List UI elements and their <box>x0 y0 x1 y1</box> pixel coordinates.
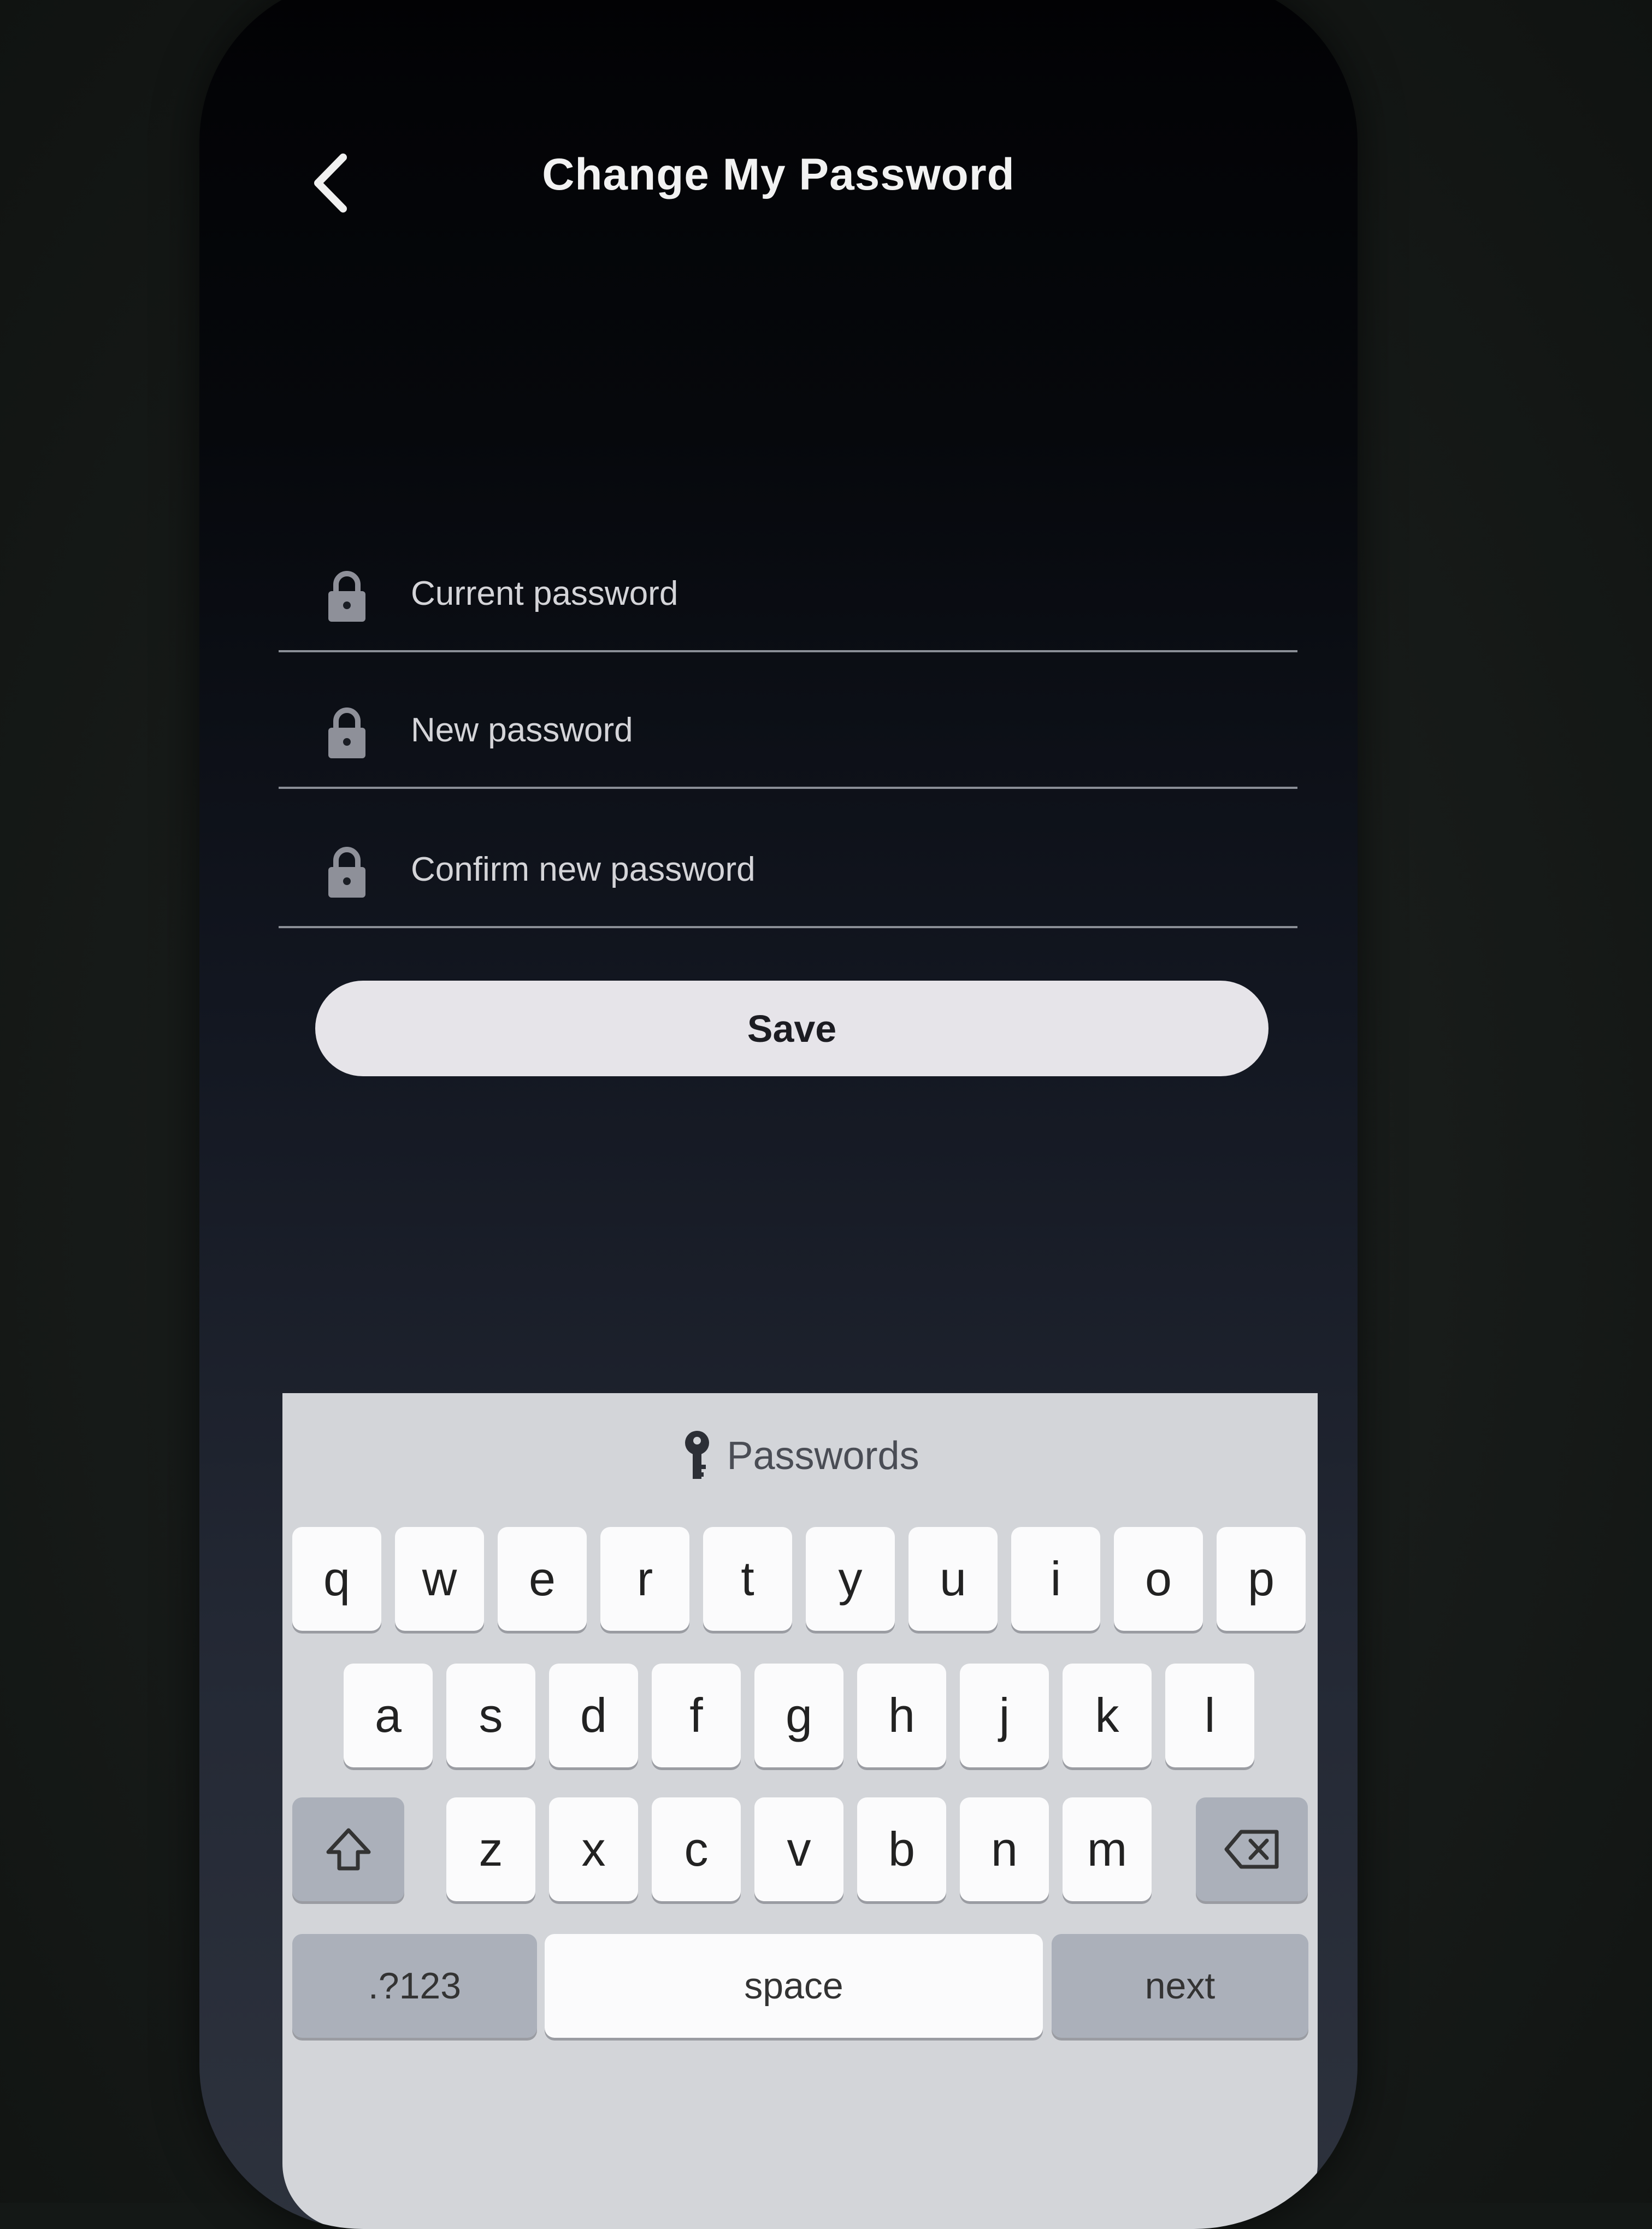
next-key[interactable]: next <box>1052 1934 1308 2038</box>
space-key[interactable]: space <box>545 1934 1043 2038</box>
confirm-password-field[interactable] <box>279 800 1297 928</box>
new-password-field[interactable] <box>279 661 1297 789</box>
keyboard: Passwords q w e r t y u i o p a s d f g … <box>282 1393 1318 2229</box>
phone-screen: Change My Password Save Passwords q w e … <box>199 0 1358 2229</box>
key-y[interactable]: y <box>806 1527 895 1631</box>
key-w[interactable]: w <box>395 1527 484 1631</box>
shift-icon <box>326 1828 370 1871</box>
save-button[interactable]: Save <box>315 981 1268 1076</box>
key-m[interactable]: m <box>1063 1797 1152 1901</box>
numbers-key[interactable]: .?123 <box>292 1934 537 2038</box>
page-title: Change My Password <box>542 150 1015 199</box>
key-v[interactable]: v <box>754 1797 843 1901</box>
passwords-label: Passwords <box>727 1434 919 1478</box>
key-icon <box>685 1431 710 1479</box>
current-password-field[interactable] <box>279 524 1297 652</box>
passwords-suggestion-bar[interactable]: Passwords <box>282 1393 1318 1519</box>
key-n[interactable]: n <box>960 1797 1049 1901</box>
key-b[interactable]: b <box>857 1797 946 1901</box>
key-j[interactable]: j <box>960 1664 1049 1767</box>
key-a[interactable]: a <box>344 1664 433 1767</box>
lock-icon <box>328 707 365 758</box>
shift-key[interactable] <box>292 1797 404 1901</box>
key-f[interactable]: f <box>652 1664 741 1767</box>
key-x[interactable]: x <box>549 1797 638 1901</box>
key-g[interactable]: g <box>754 1664 843 1767</box>
key-h[interactable]: h <box>857 1664 946 1767</box>
lock-icon <box>328 571 365 622</box>
key-l[interactable]: l <box>1165 1664 1254 1767</box>
key-d[interactable]: d <box>549 1664 638 1767</box>
backspace-icon <box>1224 1830 1278 1869</box>
key-s[interactable]: s <box>446 1664 535 1767</box>
key-i[interactable]: i <box>1011 1527 1100 1631</box>
key-u[interactable]: u <box>908 1527 998 1631</box>
new-password-input[interactable] <box>410 694 1231 766</box>
backspace-key[interactable] <box>1196 1797 1308 1901</box>
key-q[interactable]: q <box>292 1527 381 1631</box>
key-e[interactable]: e <box>498 1527 587 1631</box>
key-p[interactable]: p <box>1217 1527 1306 1631</box>
key-z[interactable]: z <box>446 1797 535 1901</box>
key-o[interactable]: o <box>1114 1527 1203 1631</box>
key-k[interactable]: k <box>1063 1664 1152 1767</box>
key-r[interactable]: r <box>600 1527 689 1631</box>
confirm-password-input[interactable] <box>410 833 1231 905</box>
lock-icon <box>328 847 365 898</box>
current-password-input[interactable] <box>410 557 1231 629</box>
key-c[interactable]: c <box>652 1797 741 1901</box>
key-t[interactable]: t <box>703 1527 792 1631</box>
